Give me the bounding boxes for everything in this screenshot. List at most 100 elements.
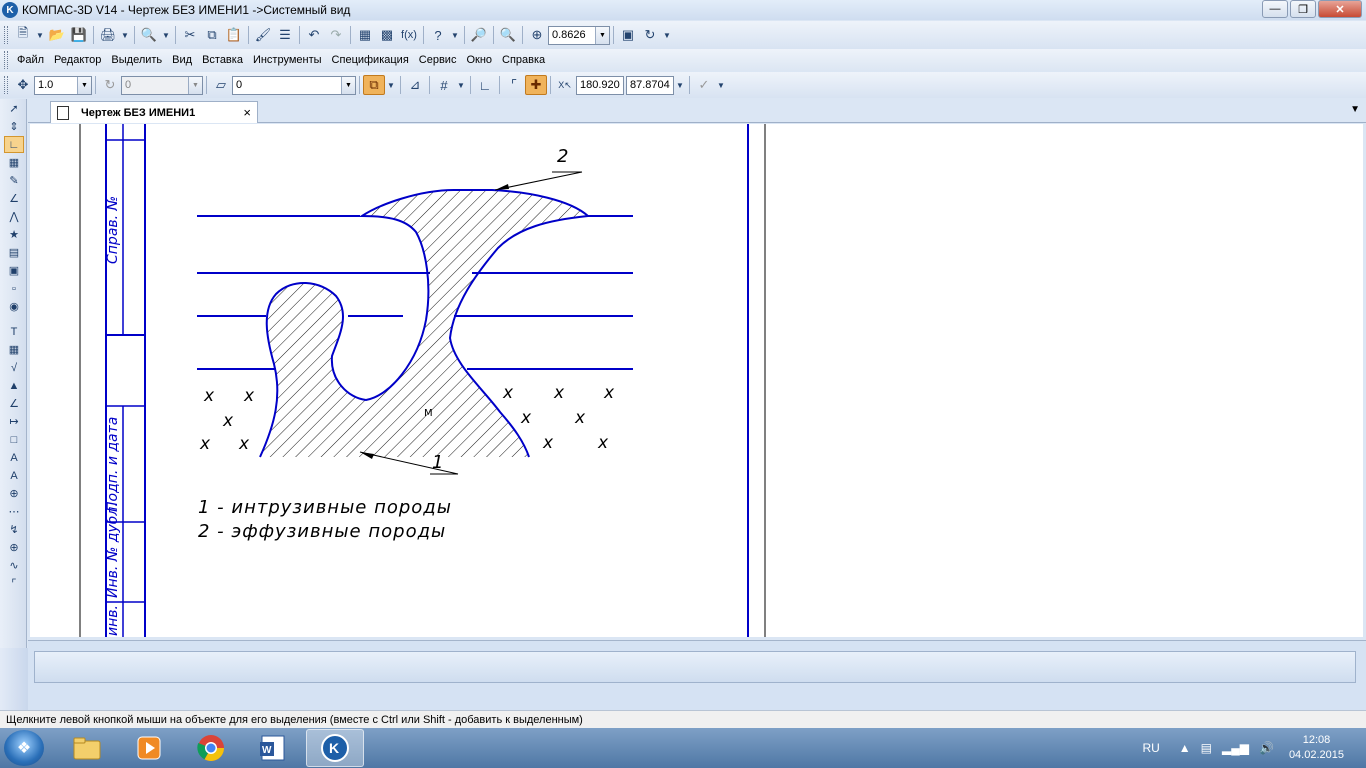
layer-icon[interactable]: ▱ [210, 75, 232, 95]
step-combo[interactable]: 1.0 ▼ [34, 75, 92, 95]
taskbar-chrome[interactable] [182, 729, 240, 767]
center-mark-icon[interactable]: ⊕ [4, 539, 24, 556]
snap-magnet-icon[interactable]: ⧉ [363, 75, 385, 95]
network-signal-icon[interactable]: ▂▄▆ [1222, 741, 1249, 755]
zoom-window-icon[interactable]: 🔎 [468, 25, 490, 45]
local-cs-icon[interactable]: ∟ [474, 75, 496, 95]
language-indicator[interactable]: RU [1142, 741, 1159, 755]
spec-icon[interactable]: ★ [4, 226, 24, 243]
step-dropdown-icon[interactable]: ▼ [77, 76, 91, 94]
snap-dropdown-icon[interactable]: ▼ [385, 75, 397, 95]
kompas-app-icon[interactable]: K [2, 2, 18, 18]
clock[interactable]: 12:08 04.02.2015 [1289, 733, 1344, 763]
tray-app-icon[interactable]: ▤ [1201, 741, 1212, 755]
taskbar-word[interactable]: W [244, 729, 302, 767]
taskbar-media-player[interactable] [120, 729, 178, 767]
property-panel-grip[interactable] [0, 648, 28, 710]
tree-icon[interactable]: ☰ [274, 25, 296, 45]
tab-list-icon[interactable]: ▼ [1350, 104, 1360, 115]
roughness-icon[interactable]: √ [4, 359, 24, 376]
variables-icon[interactable]: f(x) [398, 25, 420, 45]
preview-dropdown-icon[interactable]: ▼ [160, 25, 172, 45]
cursor-step-icon[interactable]: ✥ [12, 75, 34, 95]
axis-icon[interactable]: ⊕ [4, 485, 24, 502]
menu-grip[interactable] [4, 51, 8, 69]
menu-window[interactable]: Окно [461, 54, 497, 66]
angle-dropdown-icon[interactable]: ▼ [188, 76, 202, 94]
help-dropdown-icon[interactable]: ▼ [449, 25, 461, 45]
restore-button[interactable]: ❐ [1290, 0, 1316, 18]
state-toolbar-overflow-icon[interactable]: ▼ [715, 75, 727, 95]
library-icon[interactable]: ▩ [376, 25, 398, 45]
angle-combo[interactable]: 0 ▼ [121, 75, 203, 95]
select-icon[interactable]: ⋀ [4, 208, 24, 225]
zoom-dropdown-icon[interactable]: ▼ [595, 26, 609, 44]
designations-icon[interactable]: ∟ [4, 136, 24, 153]
menu-service[interactable]: Сервис [414, 54, 462, 66]
open-icon[interactable]: 📂 [46, 25, 68, 45]
volume-icon[interactable]: 🔊 [1259, 741, 1274, 755]
library-panel-icon[interactable]: ◉ [4, 298, 24, 315]
reports-icon[interactable]: ▤ [4, 244, 24, 261]
print-dropdown-icon[interactable]: ▼ [119, 25, 131, 45]
parametrization-icon[interactable]: ✎ [4, 172, 24, 189]
redo-icon[interactable]: ↷ [325, 25, 347, 45]
menu-specification[interactable]: Спецификация [327, 54, 414, 66]
show-hidden-icons-icon[interactable]: ▲ [1179, 741, 1191, 755]
help-pointer-icon[interactable]: ? [427, 25, 449, 45]
menu-help[interactable]: Справка [497, 54, 550, 66]
preview-icon[interactable]: 🔍 [138, 25, 160, 45]
dimensions-icon[interactable]: ⇕ [4, 118, 24, 135]
taskbar-kompas[interactable]: K [306, 729, 364, 767]
apply-icon[interactable]: ✓ [693, 75, 715, 95]
tab-close-icon[interactable]: × [243, 105, 251, 120]
angle-step-icon[interactable]: ↻ [99, 75, 121, 95]
cursor-coords-icon[interactable]: X↖ [554, 75, 576, 95]
menu-select[interactable]: Выделить [106, 54, 167, 66]
new-document-icon[interactable]: 🗎 [12, 25, 34, 45]
round-coords-icon[interactable]: ✚ [525, 75, 547, 95]
coord-y-field[interactable]: 87.8704 [626, 75, 674, 95]
tab-drawing[interactable]: Чертеж БЕЗ ИМЕНИ1 × [50, 101, 258, 123]
view-icon[interactable]: ▫ [4, 280, 24, 297]
state-toolbar-grip[interactable] [4, 76, 8, 94]
corner-mark-icon[interactable]: ⌜ [4, 575, 24, 592]
edit-icon[interactable]: ▦ [4, 154, 24, 171]
tolerance-icon[interactable]: □ [4, 431, 24, 448]
menu-file[interactable]: Файл [12, 54, 49, 66]
print-icon[interactable]: 🖨 [97, 25, 119, 45]
start-button[interactable]: ❖ [4, 730, 44, 766]
cut-icon[interactable]: ✂ [179, 25, 201, 45]
manager-icon[interactable]: ▦ [354, 25, 376, 45]
orthogonal-mode-icon[interactable]: ⌜ [503, 75, 525, 95]
grid-icon[interactable]: # [433, 75, 455, 95]
centerline-icon[interactable]: ⋯ [4, 503, 24, 520]
taskbar-explorer[interactable] [58, 729, 116, 767]
base-icon[interactable]: ▲ [4, 377, 24, 394]
drawing-canvas[interactable]: 2 1 M x x x x x x x x x x x x 1 - интруз… [30, 124, 1363, 637]
properties-brush-icon[interactable]: 🖌 [252, 25, 274, 45]
coords-overflow-icon[interactable]: ▼ [674, 75, 686, 95]
coord-x-field[interactable]: 180.920 [576, 75, 624, 95]
zoom-combo[interactable]: 0.8626 ▼ [548, 25, 610, 45]
show-all-icon[interactable]: ▣ [617, 25, 639, 45]
insert-fragment-icon[interactable]: ▣ [4, 262, 24, 279]
toolbar-overflow-icon[interactable]: ▼ [661, 25, 673, 45]
refresh-icon[interactable]: ↻ [639, 25, 661, 45]
layer-combo[interactable]: 0 ▼ [232, 75, 356, 95]
save-icon[interactable]: 💾 [68, 25, 90, 45]
break-line-icon[interactable]: ↯ [4, 521, 24, 538]
menu-tools[interactable]: Инструменты [248, 54, 327, 66]
position-leader-icon[interactable]: ↦ [4, 413, 24, 430]
property-panel-field[interactable] [34, 651, 1356, 683]
wave-line-icon[interactable]: ∿ [4, 557, 24, 574]
text-icon[interactable]: T [4, 323, 24, 340]
view-arrow-icon[interactable]: A [4, 449, 24, 466]
grid-dropdown-icon[interactable]: ▼ [455, 75, 467, 95]
menu-editor[interactable]: Редактор [49, 54, 106, 66]
section-line-icon[interactable]: A [4, 467, 24, 484]
menu-insert[interactable]: Вставка [197, 54, 248, 66]
minimize-button[interactable]: — [1262, 0, 1288, 18]
ortho-icon[interactable]: ⊿ [404, 75, 426, 95]
undo-icon[interactable]: ↶ [303, 25, 325, 45]
